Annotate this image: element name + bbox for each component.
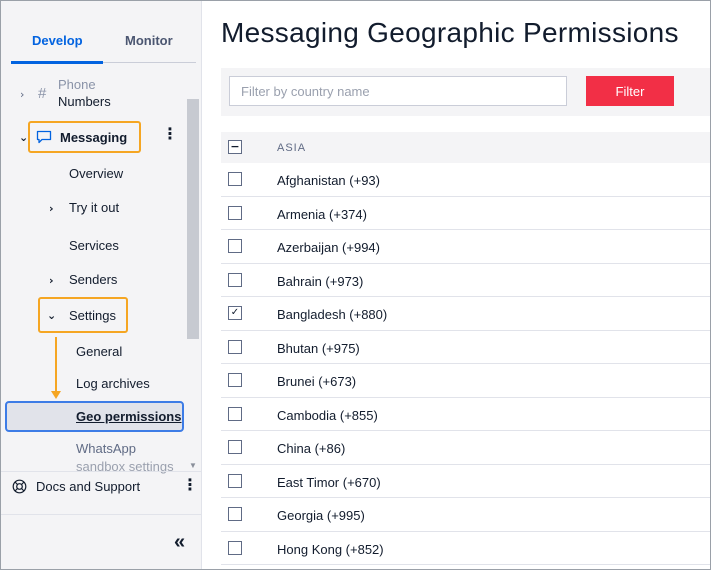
- country-checkbox[interactable]: [228, 440, 242, 454]
- country-label: Bangladesh (+880): [277, 307, 388, 322]
- divider: [1, 471, 202, 472]
- collapse-sidebar-icon[interactable]: «: [174, 531, 185, 554]
- countries-table: − ASIA Afghanistan (+93) Armenia (+374) Az…: [221, 132, 710, 565]
- table-row: Afghanistan (+93): [221, 163, 710, 197]
- scroll-down-icon[interactable]: ▼: [189, 461, 197, 470]
- country-label: Azerbaijan (+994): [277, 240, 380, 255]
- country-label: Hong Kong (+852): [277, 541, 384, 557]
- table-body: Afghanistan (+93) Armenia (+374) Azerbaija…: [221, 163, 710, 565]
- main-content: Messaging Geographic Permissions Filter …: [202, 1, 710, 569]
- country-checkbox[interactable]: ✓: [228, 306, 242, 320]
- country-label: Bahrain (+973): [277, 273, 364, 289]
- table-row: Georgia (+995): [221, 498, 710, 532]
- country-label: Armenia (+374): [277, 206, 367, 222]
- filter-button[interactable]: Filter: [586, 76, 674, 106]
- country-checkbox[interactable]: [228, 205, 242, 220]
- table-row: Armenia (+374): [221, 197, 710, 230]
- country-checkbox[interactable]: [228, 239, 242, 253]
- lifebuoy-icon: [12, 479, 27, 494]
- page-title: Messaging Geographic Permissions: [221, 17, 679, 48]
- annotation-arrow: [51, 337, 61, 399]
- country-checkbox[interactable]: [228, 473, 242, 488]
- region-header: ASIA: [277, 142, 307, 154]
- filter-input[interactable]: [229, 76, 567, 106]
- table-row: ✓ Bangladesh (+880): [221, 297, 710, 331]
- country-checkbox[interactable]: [228, 339, 242, 354]
- table-row: China (+86): [221, 431, 710, 465]
- country-checkbox[interactable]: [228, 540, 242, 555]
- country-label: Afghanistan (+93): [277, 173, 380, 188]
- sidebar-item-label: WhatsApp: [76, 441, 136, 456]
- table-row: Cambodia (+855): [221, 398, 710, 431]
- table-header: − ASIA: [221, 132, 710, 163]
- window: Develop Monitor › # Phone Numbers ⌄ Mess…: [0, 0, 711, 570]
- sidebar-item-docs-support[interactable]: Docs and Support: [36, 479, 140, 494]
- country-checkbox[interactable]: [228, 272, 242, 287]
- filter-bar: Filter: [221, 68, 710, 116]
- country-label: Cambodia (+855): [277, 407, 378, 423]
- table-row: Brunei (+673): [221, 364, 710, 398]
- kebab-menu-icon[interactable]: ⋮: [182, 478, 198, 494]
- country-label: China (+86): [277, 441, 346, 456]
- table-row: Hong Kong (+852): [221, 532, 710, 565]
- country-checkbox[interactable]: [228, 406, 242, 421]
- country-label: Brunei (+673): [277, 374, 357, 389]
- sidebar: Develop Monitor › # Phone Numbers ⌄ Mess…: [1, 1, 202, 569]
- table-row: Bhutan (+975): [221, 331, 710, 364]
- country-label: Bhutan (+975): [277, 340, 360, 356]
- country-checkbox[interactable]: [228, 172, 242, 186]
- country-label: East Timor (+670): [277, 474, 381, 490]
- table-row: Azerbaijan (+994): [221, 230, 710, 264]
- select-all-checkbox[interactable]: −: [228, 140, 242, 154]
- country-checkbox[interactable]: [228, 507, 242, 521]
- table-row: Bahrain (+973): [221, 264, 710, 297]
- table-row: East Timor (+670): [221, 465, 710, 498]
- country-label: Georgia (+995): [277, 508, 365, 523]
- country-checkbox[interactable]: [228, 373, 242, 387]
- divider: [1, 514, 202, 515]
